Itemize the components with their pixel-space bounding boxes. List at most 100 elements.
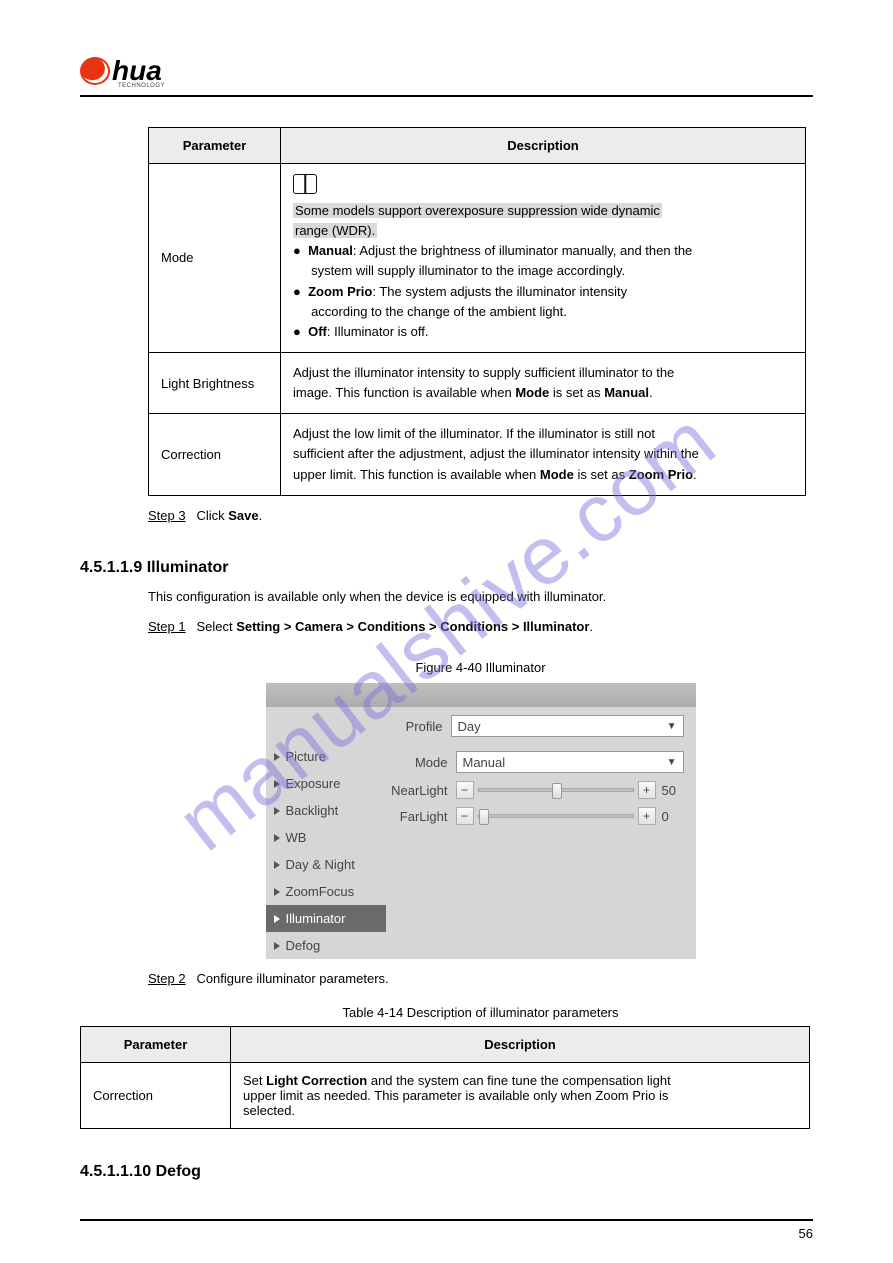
cell-bold: Mode bbox=[515, 385, 549, 400]
step-label: Step 3 bbox=[148, 508, 186, 523]
section-number: 4.5.1.1.9 bbox=[80, 559, 142, 576]
bullet-lead: Manual bbox=[308, 243, 353, 258]
logo-icon bbox=[80, 57, 110, 85]
section-title: Defog bbox=[156, 1163, 201, 1180]
desc-cell: Adjust the illuminator intensity to supp… bbox=[281, 352, 806, 413]
table-header-param: Parameter bbox=[149, 128, 281, 164]
param-cell: Correction bbox=[149, 414, 281, 495]
desc-cell: Adjust the low limit of the illuminator.… bbox=[281, 414, 806, 495]
bullet-text: : Illuminator is off. bbox=[327, 324, 429, 339]
param-cell: Light Brightness bbox=[149, 352, 281, 413]
sidebar: Picture Exposure Backlight WB Day & Nigh… bbox=[266, 743, 386, 959]
step-label: Step 1 bbox=[148, 619, 186, 634]
mode-select[interactable]: Manual ▼ bbox=[456, 751, 684, 773]
table-row: Light Brightness Adjust the illuminator … bbox=[149, 352, 806, 413]
bullet-text: according to the change of the ambient l… bbox=[311, 304, 567, 319]
step-text: Click bbox=[196, 508, 228, 523]
triangle-icon bbox=[274, 780, 280, 788]
sidebar-item-illuminator[interactable]: Illuminator bbox=[266, 905, 386, 932]
bullet-text: : The system adjusts the illuminator int… bbox=[372, 284, 627, 299]
table-header-param: Parameter bbox=[81, 1026, 231, 1062]
nearlight-label: NearLight bbox=[386, 783, 456, 798]
step-bold: Setting > Camera > Conditions > Conditio… bbox=[236, 619, 589, 634]
profile-value: Day bbox=[458, 719, 481, 734]
step-label: Step 2 bbox=[148, 971, 186, 986]
section-number: 4.5.1.1.10 bbox=[80, 1163, 151, 1180]
figure-caption: Figure 4-40 Illuminator bbox=[148, 660, 813, 675]
cell-text: is set as bbox=[574, 467, 629, 482]
cell-text: Set bbox=[243, 1073, 266, 1088]
cell-bold: Manual bbox=[604, 385, 649, 400]
param-cell: Correction bbox=[81, 1062, 231, 1128]
footer-rule bbox=[80, 1219, 813, 1221]
section-title: Illuminator bbox=[147, 559, 229, 576]
sidebar-item-label: Defog bbox=[286, 938, 321, 953]
step-text: . bbox=[259, 508, 263, 523]
table-row: Correction Adjust the low limit of the i… bbox=[149, 414, 806, 495]
sidebar-item-label: Exposure bbox=[286, 776, 341, 791]
nearlight-value: 50 bbox=[662, 783, 684, 798]
sidebar-item-backlight[interactable]: Backlight bbox=[266, 797, 386, 824]
table-header-desc: Description bbox=[231, 1026, 810, 1062]
section-description: This configuration is available only whe… bbox=[148, 587, 813, 607]
cell-text: selected. bbox=[243, 1103, 797, 1118]
table-row: Mode Some models support overexposure su… bbox=[149, 164, 806, 353]
cell-text: upper limit. This function is available … bbox=[293, 467, 540, 482]
ui-header-bar bbox=[266, 683, 696, 707]
cell-text: Adjust the low limit of the illuminator.… bbox=[293, 426, 655, 441]
sidebar-item-label: Day & Night bbox=[286, 857, 355, 872]
plus-button[interactable]: + bbox=[638, 781, 656, 799]
sidebar-item-label: Picture bbox=[286, 749, 326, 764]
sidebar-item-picture[interactable]: Picture bbox=[266, 743, 386, 770]
profile-select[interactable]: Day ▼ bbox=[451, 715, 684, 737]
farlight-row: FarLight − + 0 bbox=[386, 807, 684, 825]
triangle-icon bbox=[274, 807, 280, 815]
desc-cell: Set Light Correction and the system can … bbox=[231, 1062, 810, 1128]
cell-text: Adjust the illuminator intensity to supp… bbox=[293, 365, 674, 380]
mode-value: Manual bbox=[463, 755, 506, 770]
cell-text: sufficient after the adjustment, adjust … bbox=[293, 446, 699, 461]
sidebar-item-defog[interactable]: Defog bbox=[266, 932, 386, 959]
triangle-icon bbox=[274, 915, 280, 923]
cell-text: . bbox=[649, 385, 653, 400]
step-line: Step 2 Configure illuminator parameters. bbox=[148, 969, 813, 989]
desc-cell: Some models support overexposure suppres… bbox=[281, 164, 806, 353]
parameter-table-2: Parameter Description Correction Set Lig… bbox=[80, 1026, 810, 1129]
sidebar-item-label: Backlight bbox=[286, 803, 339, 818]
step-text: . bbox=[589, 619, 593, 634]
chevron-down-icon: ▼ bbox=[667, 721, 677, 732]
cell-bold: Zoom Prio bbox=[629, 467, 693, 482]
step-line: Step 1 Select Setting > Camera > Conditi… bbox=[148, 617, 813, 637]
mode-label: Mode bbox=[386, 755, 456, 770]
nearlight-slider[interactable] bbox=[478, 788, 634, 792]
triangle-icon bbox=[274, 861, 280, 869]
sidebar-item-label: ZoomFocus bbox=[286, 884, 355, 899]
table-header-desc: Description bbox=[281, 128, 806, 164]
sidebar-item-zoomfocus[interactable]: ZoomFocus bbox=[266, 878, 386, 905]
farlight-value: 0 bbox=[662, 809, 684, 824]
profile-label: Profile bbox=[266, 719, 451, 734]
sidebar-item-exposure[interactable]: Exposure bbox=[266, 770, 386, 797]
cell-text: image. This function is available when bbox=[293, 385, 515, 400]
cell-bold: Light Correction bbox=[266, 1073, 367, 1088]
bullet-lead: Zoom Prio bbox=[308, 284, 372, 299]
profile-row: Profile Day ▼ bbox=[266, 707, 696, 743]
embedded-ui-screenshot: Profile Day ▼ Picture Exposure Backlight… bbox=[266, 683, 696, 959]
minus-button[interactable]: − bbox=[456, 781, 474, 799]
bullet-lead: Off bbox=[308, 324, 327, 339]
step-line: Step 3 Click Save. bbox=[148, 506, 813, 526]
farlight-slider[interactable] bbox=[478, 814, 634, 818]
param-cell: Mode bbox=[149, 164, 281, 353]
note-text: range (WDR). bbox=[293, 223, 377, 238]
logo-subtext: TECHNOLOGY bbox=[118, 83, 813, 89]
minus-button[interactable]: − bbox=[456, 807, 474, 825]
table-row: Correction Set Light Correction and the … bbox=[81, 1062, 810, 1128]
sidebar-item-daynight[interactable]: Day & Night bbox=[266, 851, 386, 878]
plus-button[interactable]: + bbox=[638, 807, 656, 825]
slider-thumb[interactable] bbox=[479, 809, 489, 825]
sidebar-item-wb[interactable]: WB bbox=[266, 824, 386, 851]
slider-thumb[interactable] bbox=[552, 783, 562, 799]
cell-bold: Mode bbox=[540, 467, 574, 482]
bullet-text: : Adjust the brightness of illuminator m… bbox=[353, 243, 692, 258]
nearlight-row: NearLight − + 50 bbox=[386, 781, 684, 799]
